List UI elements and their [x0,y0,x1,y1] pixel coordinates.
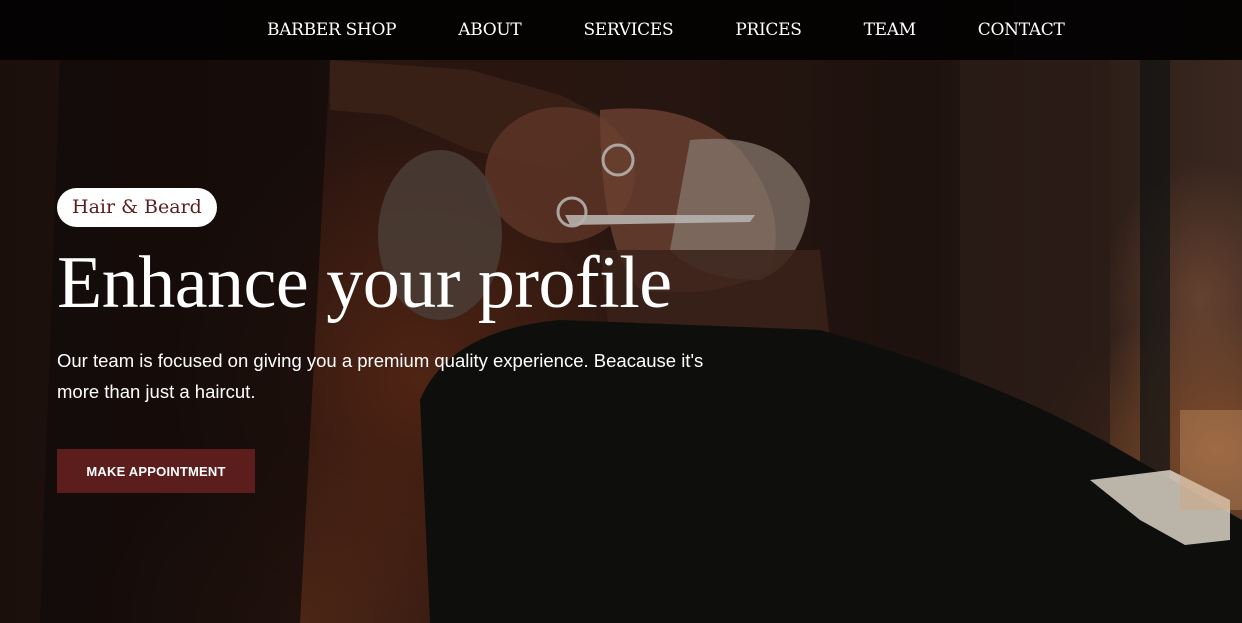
nav-item-contact[interactable]: CONTACT [978,20,1065,40]
nav-item-about[interactable]: ABOUT [458,20,522,40]
nav-item-team[interactable]: TEAM [864,20,917,40]
hero-content: Hair & Beard Enhance your profile Our te… [57,188,717,493]
hero-section: BARBER SHOP ABOUT SERVICES PRICES TEAM C… [0,0,1242,623]
hero-tagline: Our team is focused on giving you a prem… [57,350,704,402]
top-navbar: BARBER SHOP ABOUT SERVICES PRICES TEAM C… [0,0,1242,60]
hero-badge: Hair & Beard [57,188,217,227]
nav-item-prices[interactable]: PRICES [735,20,802,40]
hero-headline: Enhance your profile [57,242,672,324]
nav-item-barber-shop[interactable]: BARBER SHOP [267,20,397,40]
make-appointment-button[interactable]: MAKE APPOINTMENT [57,449,255,493]
nav-menu: BARBER SHOP ABOUT SERVICES PRICES TEAM C… [267,0,1065,60]
nav-item-services[interactable]: SERVICES [583,20,673,40]
